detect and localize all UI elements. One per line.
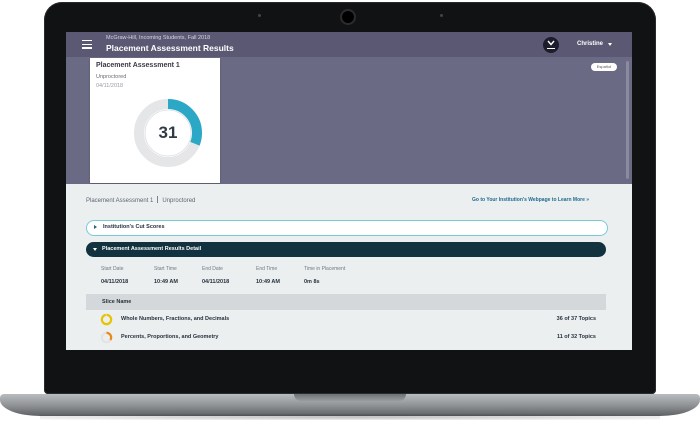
camera — [342, 11, 354, 23]
language-toggle-button[interactable]: Español — [591, 63, 617, 71]
slice-table-header: Slice Name — [86, 294, 606, 310]
slice-name: Whole Numbers, Fractions, and Decimals — [121, 316, 230, 322]
slice-name: Percents, Proportions, and Geometry — [121, 334, 219, 340]
accordion-cut-scores[interactable]: Institution's Cut Scores — [86, 220, 608, 236]
end-time-value: 10:49 AM — [256, 279, 280, 285]
institution-link[interactable]: Go to Your Institution's Webpage to Lear… — [472, 197, 589, 203]
slice-name-header: Slice Name — [102, 299, 132, 305]
course-subtitle: McGraw-Hill, Incoming Students, Fall 201… — [106, 35, 211, 41]
end-date-value: 04/11/2018 — [202, 279, 230, 285]
hamburger-menu-icon[interactable] — [82, 40, 92, 49]
start-date-header: Start Date — [101, 266, 124, 272]
breadcrumb-assessment: Placement Assessment 1 — [86, 198, 154, 204]
end-date-header: End Date — [202, 266, 223, 272]
accordion-label: Institution's Cut Scores — [103, 224, 165, 230]
slice-topics: 36 of 37 Topics — [556, 316, 596, 322]
card-date: 04/11/2018 — [96, 83, 124, 89]
download-icon — [547, 40, 555, 46]
start-date-value: 04/11/2018 — [101, 279, 129, 285]
start-time-value: 10:49 AM — [154, 279, 178, 285]
page-title: Placement Assessment Results — [106, 43, 234, 53]
slice-row[interactable]: Percents, Proportions, and Geometry 11 o… — [86, 330, 606, 346]
accordion-label: Placement Assessment Results Detail — [102, 246, 202, 252]
time-in-placement-value: 0m 8s — [304, 279, 320, 285]
slice-row[interactable]: Whole Numbers, Fractions, and Decimals 3… — [86, 312, 606, 328]
slice-progress-ring — [100, 313, 113, 326]
breadcrumb-status: Unproctored — [162, 198, 196, 204]
chevron-down-icon — [93, 248, 97, 251]
assessment-card[interactable]: Placement Assessment 1 Unproctored 04/11… — [90, 58, 220, 183]
laptop-shadow — [40, 414, 660, 420]
chevron-right-icon — [94, 225, 97, 229]
screen: McGraw-Hill, Incoming Students, Fall 201… — [66, 32, 632, 350]
time-in-placement-header: Time in Placement — [304, 266, 346, 272]
slice-progress-arc — [100, 313, 113, 326]
download-button[interactable] — [543, 37, 559, 53]
laptop-notch — [294, 394, 406, 401]
accordion-results-detail[interactable]: Placement Assessment Results Detail — [86, 242, 606, 257]
user-menu[interactable]: Christine — [577, 41, 603, 47]
app-header: McGraw-Hill, Incoming Students, Fall 201… — [66, 32, 632, 57]
scrollbar[interactable] — [626, 61, 629, 179]
breadcrumb: Placement Assessment 1 Unproctored — [86, 196, 195, 204]
slice-topics: 11 of 32 Topics — [556, 334, 596, 340]
chevron-down-icon[interactable] — [608, 43, 612, 46]
card-status: Unproctored — [96, 74, 127, 80]
card-title: Placement Assessment 1 — [96, 62, 180, 69]
start-time-header: Start Time — [154, 266, 177, 272]
bezel-dot — [258, 14, 261, 17]
score-value: 31 — [158, 123, 178, 142]
results-panel: Placement Assessment 1 Unproctored Go to … — [66, 184, 632, 350]
slice-progress-ring — [100, 331, 113, 344]
end-time-header: End Time — [256, 266, 278, 272]
bezel-dot — [440, 14, 443, 17]
